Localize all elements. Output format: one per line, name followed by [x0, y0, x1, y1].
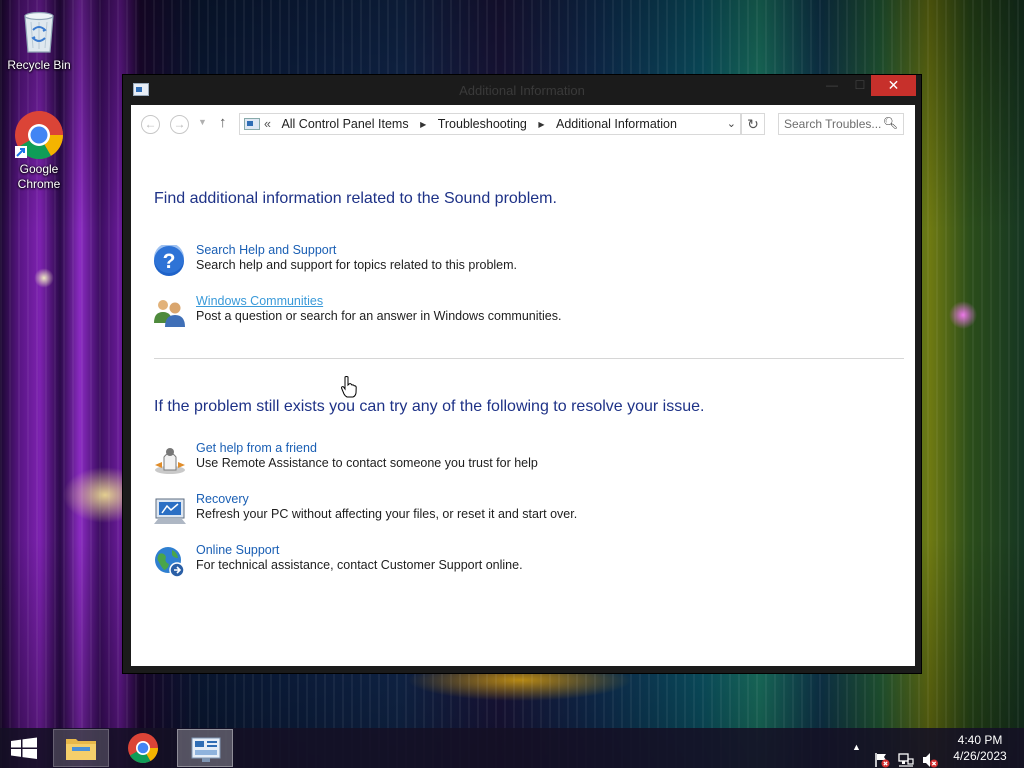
- list-item-windows-communities: Windows Communities Post a question or s…: [153, 294, 853, 330]
- desktop-icon-label: Google Chrome: [17, 162, 61, 191]
- search-box[interactable]: 🔍︎: [778, 113, 904, 135]
- action-center-flag-icon[interactable]: [874, 740, 890, 768]
- breadcrumb-separator-icon[interactable]: ▶: [538, 120, 544, 129]
- start-button[interactable]: [0, 729, 48, 767]
- windows-logo-icon: [11, 737, 37, 759]
- item-description: Refresh your PC without affecting your f…: [196, 507, 578, 521]
- windows-communities-link[interactable]: Windows Communities: [196, 294, 323, 308]
- recovery-link[interactable]: Recovery: [196, 492, 249, 506]
- breadcrumb-overflow-icon[interactable]: «: [264, 117, 271, 131]
- item-description: Search help and support for topics relat…: [196, 258, 518, 272]
- list-item-recovery: Recovery Refresh your PC without affecti…: [153, 492, 853, 528]
- section-heading: If the problem still exists you can try …: [154, 398, 705, 415]
- volume-muted-icon[interactable]: [922, 740, 938, 768]
- taskbar-clock[interactable]: 4:40 PM 4/26/2023: [946, 732, 1014, 764]
- section-divider: [154, 358, 904, 359]
- svg-text:?: ?: [163, 250, 176, 273]
- control-panel-icon: [191, 737, 221, 762]
- minimize-button[interactable]: —: [817, 75, 847, 96]
- desktop-icon-label: Recycle Bin: [7, 58, 71, 72]
- network-icon[interactable]: [898, 740, 914, 768]
- file-explorer-icon: [66, 739, 96, 760]
- title-bar[interactable]: Additional Information — ☐ ✕: [123, 75, 921, 105]
- forward-button[interactable]: →: [170, 115, 189, 134]
- chrome-icon: [15, 111, 64, 160]
- search-icon[interactable]: 🔍︎: [883, 116, 898, 130]
- remote-assistance-icon: [155, 448, 185, 474]
- item-description: For technical assistance, contact Custom…: [196, 558, 523, 572]
- taskbar-control-panel[interactable]: [177, 729, 233, 767]
- breadcrumb-item-troubleshooting[interactable]: Troubleshooting: [438, 117, 527, 131]
- page-heading: Find additional information related to t…: [154, 190, 557, 207]
- list-item-help-from-friend: Get help from a friend Use Remote Assist…: [153, 441, 853, 477]
- communities-people-icon: [154, 300, 185, 327]
- search-help-link[interactable]: Search Help and Support: [196, 243, 336, 257]
- breadcrumb-separator-icon[interactable]: ▶: [420, 120, 426, 129]
- clock-date: 4/26/2023: [953, 749, 1007, 763]
- breadcrumb-item-additional-information[interactable]: Additional Information: [556, 117, 677, 131]
- window-client-area: ← → ▼ ↑ « All Control Panel Items ▶ Trou…: [131, 105, 915, 666]
- control-panel-icon: [244, 118, 260, 130]
- clock-time: 4:40 PM: [957, 733, 1003, 747]
- show-hidden-icons-chevron-up-icon[interactable]: ▲: [852, 742, 861, 768]
- control-panel-window[interactable]: Additional Information — ☐ ✕ ← → ▼ ↑ « A…: [122, 74, 922, 674]
- taskbar-file-explorer[interactable]: [53, 729, 109, 767]
- breadcrumb: « All Control Panel Items ▶ Troubleshoot…: [264, 117, 677, 131]
- window-title: Additional Information: [459, 83, 585, 98]
- list-item-search-help: ? Search Help and Support Search help an…: [153, 243, 853, 279]
- back-button[interactable]: ←: [141, 115, 160, 134]
- get-help-from-friend-link[interactable]: Get help from a friend: [196, 441, 317, 455]
- breadcrumb-item-all-control-panel-items[interactable]: All Control Panel Items: [281, 117, 408, 131]
- recovery-icon: [154, 498, 186, 524]
- help-question-icon: ?: [154, 245, 184, 276]
- online-support-link[interactable]: Online Support: [196, 543, 279, 557]
- item-description: Post a question or search for an answer …: [196, 309, 562, 323]
- hand-cursor-icon: [341, 376, 357, 398]
- list-item-online-support: Online Support For technical assistance,…: [153, 543, 853, 579]
- desktop-icon-google-chrome[interactable]: Google Chrome: [1, 110, 77, 192]
- search-input[interactable]: [779, 114, 883, 134]
- close-button[interactable]: ✕: [871, 75, 916, 96]
- recent-locations-chevron-icon[interactable]: ▼: [198, 117, 207, 127]
- taskbar: ▲ 4:40 PM 4/26/2023: [0, 728, 1024, 768]
- chevron-down-icon[interactable]: ⌄: [727, 117, 736, 130]
- refresh-button[interactable]: ↻: [741, 113, 765, 135]
- taskbar-chrome[interactable]: [115, 729, 171, 767]
- online-support-globe-icon: [155, 547, 185, 578]
- recycle-bin-icon: [24, 11, 54, 53]
- address-bar[interactable]: « All Control Panel Items ▶ Troubleshoot…: [239, 113, 741, 135]
- chrome-icon: [128, 733, 158, 764]
- item-description: Use Remote Assistance to contact someone…: [196, 456, 538, 470]
- desktop-icon-recycle-bin[interactable]: Recycle Bin: [1, 6, 77, 73]
- up-arrow-icon[interactable]: ↑: [219, 114, 227, 131]
